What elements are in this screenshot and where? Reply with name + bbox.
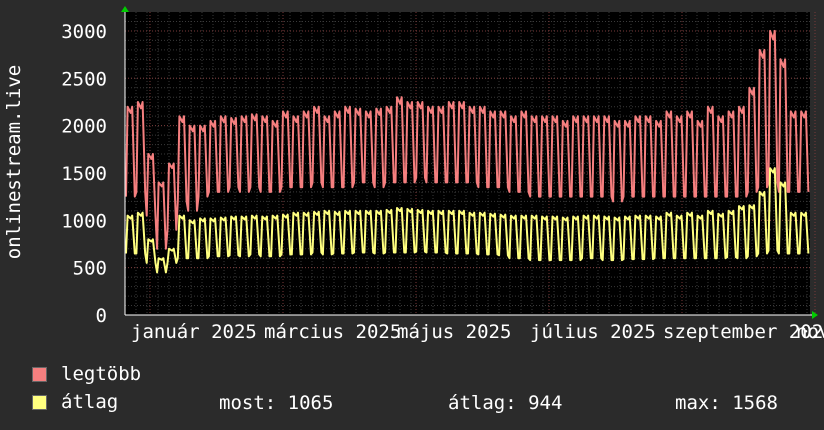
legend-item-atlag: átlag <box>32 391 119 413</box>
y-axis-label: onlinestream.live <box>3 65 25 259</box>
y-axis-arrow <box>121 6 129 12</box>
legend-label-legtobb: legtöbb <box>61 363 142 385</box>
y-tick-label: 2000 <box>61 116 107 138</box>
x-tick-label: július 2025 <box>530 321 656 343</box>
x-tick-label: január 2025 <box>131 321 257 343</box>
legend-label-atlag: átlag <box>61 391 119 413</box>
y-tick-label: 3000 <box>61 21 107 43</box>
y-tick-label: 0 <box>96 305 107 327</box>
stat-atlag: átlag: 944 <box>448 392 563 414</box>
x-tick-label: március 2025 <box>264 321 401 343</box>
x-tick-label: május 2025 <box>397 321 511 343</box>
stat-max: max: 1568 <box>675 392 778 414</box>
y-tick-label: 500 <box>73 258 107 280</box>
stat-most: most: 1065 <box>219 392 334 414</box>
legend-swatch-legtobb <box>32 366 47 382</box>
y-tick-label: 1000 <box>61 210 107 232</box>
x-tick-label: november 2025 <box>796 321 824 343</box>
y-tick-label: 2500 <box>61 68 107 90</box>
y-tick-labels: 0 500 1000 1500 2000 2500 3000 <box>61 21 107 327</box>
y-tick-label: 1500 <box>61 163 107 185</box>
legend-swatch-atlag <box>32 394 47 410</box>
legend-item-legtobb: legtöbb <box>32 363 142 385</box>
x-tick-labels: január 2025 március 2025május 2025 július … <box>131 321 824 343</box>
